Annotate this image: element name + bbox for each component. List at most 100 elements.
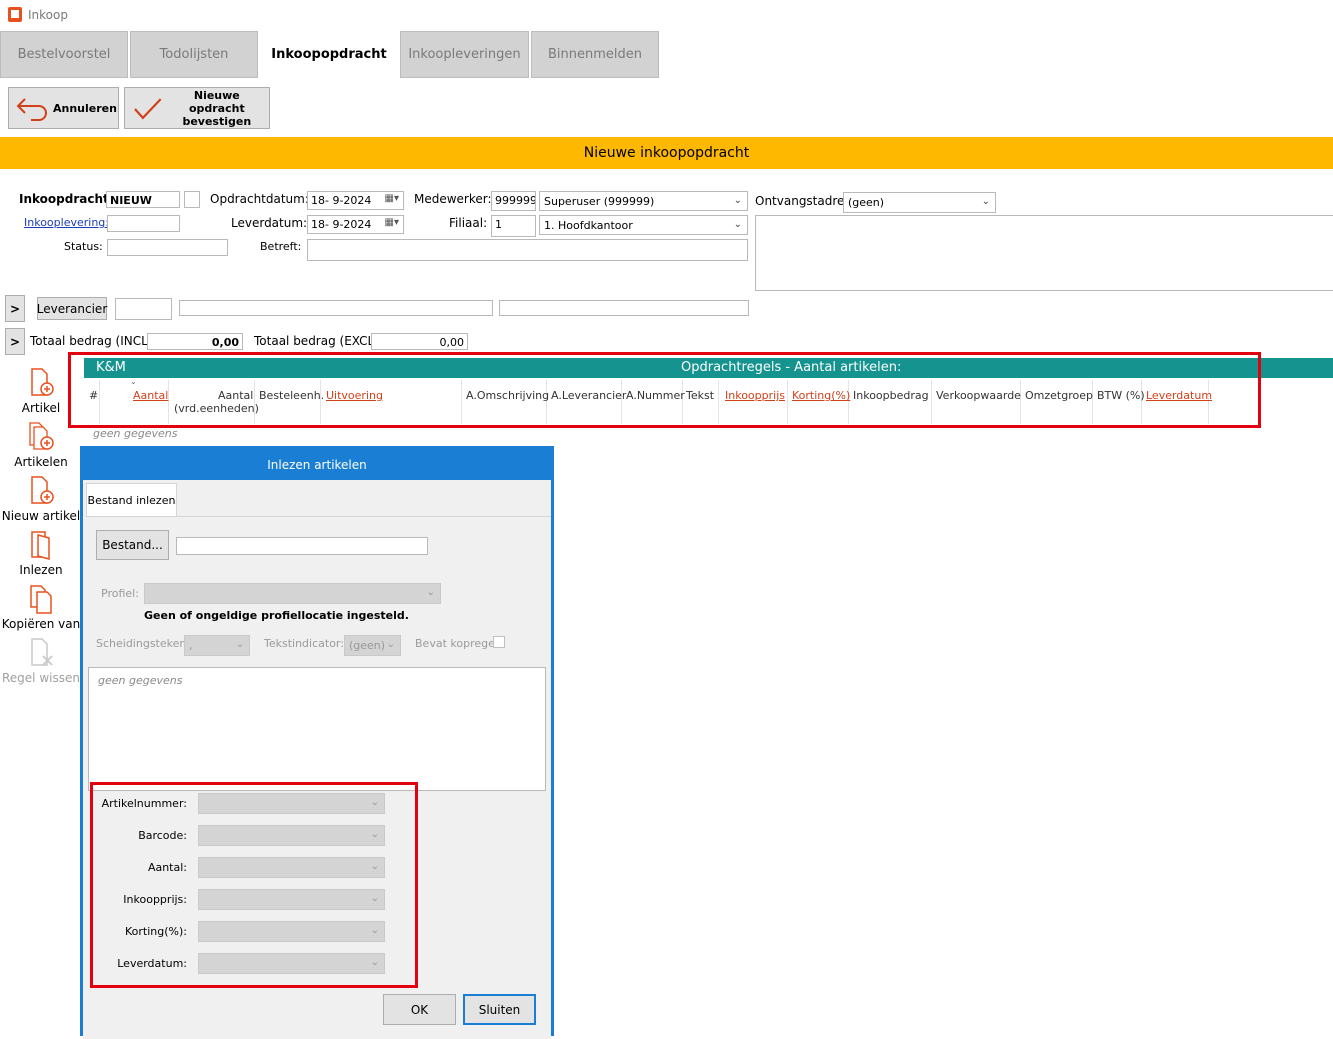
app-icon xyxy=(8,7,22,22)
cancel-button[interactable]: Annuleren xyxy=(8,87,119,129)
medewerker-select[interactable]: Superuser (999999) ⌄ xyxy=(539,191,748,211)
chevron-down-icon: ⌄ xyxy=(733,219,742,230)
inkooplevering-field[interactable] xyxy=(107,215,180,232)
chevron-down-icon: ⌄ xyxy=(426,587,435,598)
leverdatum-field[interactable]: 18- 9-2024 ▦▾ xyxy=(307,215,404,234)
ok-button[interactable]: OK xyxy=(383,994,456,1025)
total-excl-field: 0,00 xyxy=(371,333,468,350)
filiaal-select[interactable]: 1. Hoofdkantoor ⌄ xyxy=(539,215,748,235)
ontvangstadres-label: Ontvangstadres: xyxy=(755,194,855,208)
expand-totals-button[interactable]: > xyxy=(5,328,25,355)
undo-arrow-icon xyxy=(16,98,47,121)
tab-binnenmelden[interactable]: Binnenmelden xyxy=(531,31,659,78)
tekstindicator-label: Tekstindicator: xyxy=(264,637,344,650)
leverdatum-label: Leverdatum: xyxy=(231,216,308,230)
leverancier-name-field xyxy=(179,300,493,316)
tab-todolijsten[interactable]: Todolijsten xyxy=(130,31,258,78)
import-dialog: Inlezen artikelen Bestand inlezen Bestan… xyxy=(80,446,554,1039)
delete-row-icon xyxy=(31,638,53,666)
sidebar-inlezen[interactable]: Inlezen xyxy=(0,529,82,577)
expand-leverancier-button[interactable]: > xyxy=(5,295,25,322)
preview-empty-text: geen gegevens xyxy=(98,674,183,687)
kopregel-label: Bevat kopregel xyxy=(415,637,498,650)
filiaal-code-field[interactable]: 1 xyxy=(491,215,536,237)
profiel-warning: Geen of ongeldige profiellocatie ingeste… xyxy=(144,609,409,622)
sidebar-regel-wissen: Regel wissen xyxy=(0,637,82,685)
ontvangstadres-textarea[interactable] xyxy=(755,215,1333,291)
leverancier-extra-field xyxy=(499,300,749,316)
dialog-title-bar: Inlezen artikelen xyxy=(83,449,551,480)
cancel-button-label: Annuleren xyxy=(53,101,117,115)
confirm-label-line2: bevestigen xyxy=(182,114,252,128)
chevron-down-icon: ⌄ xyxy=(235,639,244,650)
sidebar-artikel-label: Artikel xyxy=(21,401,61,415)
scheidingsteken-label: Scheidingsteken: xyxy=(96,637,191,650)
preview-panel: geen gegevens xyxy=(88,667,546,791)
add-documents-icon xyxy=(29,422,54,450)
choose-file-button[interactable]: Bestand... xyxy=(96,530,169,560)
profiel-label: Profiel: xyxy=(101,587,139,600)
mapping-highlight-frame xyxy=(90,782,418,988)
scheidingsteken-value: , xyxy=(189,639,193,652)
tekstindicator-value: (geen) xyxy=(349,639,386,652)
opdrachtdatum-field[interactable]: 18- 9-2024 ▦▾ xyxy=(307,191,404,210)
calendar-icon[interactable]: ▦▾ xyxy=(385,193,399,204)
leverancier-button[interactable]: Leverancier xyxy=(37,297,107,320)
tab-inkoopopdracht[interactable]: Inkoopopdracht xyxy=(259,31,399,78)
sidebar-nieuw-artikel[interactable]: Nieuw artikel xyxy=(0,475,82,523)
medewerker-select-value: Superuser (999999) xyxy=(544,195,655,208)
file-path-field[interactable] xyxy=(176,537,428,555)
grid-empty-text: geen gegevens xyxy=(93,427,178,440)
medewerker-code-field[interactable]: 999999 xyxy=(491,191,536,211)
page-banner: Nieuwe inkoopopdracht xyxy=(0,137,1333,169)
tab-inkoopleveringen[interactable]: Inkoopleveringen xyxy=(400,31,529,78)
filiaal-label: Filiaal: xyxy=(449,216,488,230)
total-incl-field: 0,00 xyxy=(147,333,243,350)
sidebar-artikelen-label: Artikelen xyxy=(14,455,68,469)
close-button[interactable]: Sluiten xyxy=(463,994,536,1025)
chevron-down-icon: ⌄ xyxy=(733,195,742,206)
leverancier-code-field[interactable] xyxy=(115,298,172,320)
ontvangstadres-select[interactable]: (geen) ⌄ xyxy=(843,192,996,213)
chevron-down-icon: ⌄ xyxy=(386,639,395,650)
status-field xyxy=(107,239,228,256)
opdrachtdatum-label: Opdrachtdatum: xyxy=(210,192,309,206)
sidebar-regel-wissen-label: Regel wissen xyxy=(2,671,80,685)
profiel-select: ⌄ xyxy=(144,583,441,604)
dialog-title: Inlezen artikelen xyxy=(267,457,367,472)
dialog-tab-label: Bestand inlezen xyxy=(87,494,176,507)
sidebar-artikel[interactable]: Artikel xyxy=(0,367,82,415)
inkoopopdracht-extra-field[interactable] xyxy=(184,191,200,208)
confirm-order-button[interactable]: Nieuwe opdracht bevestigen xyxy=(124,87,270,129)
inkoopopdracht-field: NIEUW xyxy=(106,191,180,208)
status-label: Status: xyxy=(64,240,103,253)
scheidingsteken-select: , ⌄ xyxy=(184,635,250,656)
chevron-down-icon: ⌄ xyxy=(981,196,990,207)
betreft-field[interactable] xyxy=(307,239,748,261)
window-title: Inkoop xyxy=(28,8,68,22)
grid-highlight-frame xyxy=(68,352,1261,428)
dialog-tab-bestand-inlezen[interactable]: Bestand inlezen xyxy=(86,483,177,517)
copy-icon xyxy=(30,585,52,614)
calendar-icon[interactable]: ▦▾ xyxy=(385,217,399,228)
inkoopopdracht-label: Inkoopdracht: xyxy=(19,192,114,206)
sidebar-kopieren-van-label: Kopiëren van xyxy=(1,617,81,631)
inkooplevering-link[interactable]: Inkooplevering: xyxy=(24,216,109,229)
total-incl-label: Totaal bedrag (INCL): xyxy=(30,334,157,348)
import-icon xyxy=(31,531,50,560)
ontvangstadres-value: (geen) xyxy=(848,196,885,209)
page-title: Nieuwe inkoopopdracht xyxy=(583,145,750,161)
tekstindicator-select: (geen) ⌄ xyxy=(344,635,401,656)
leverdatum-value: 18- 9-2024 xyxy=(311,218,372,231)
betreft-label: Betreft: xyxy=(260,240,302,253)
opdrachtdatum-value: 18- 9-2024 xyxy=(311,194,372,207)
filiaal-select-value: 1. Hoofdkantoor xyxy=(544,219,633,232)
sidebar-inlezen-label: Inlezen xyxy=(19,563,63,577)
sidebar-kopieren-van[interactable]: Kopiëren van xyxy=(0,583,82,631)
total-excl-label: Totaal bedrag (EXCL): xyxy=(254,334,383,348)
new-document-icon xyxy=(31,476,54,504)
add-document-icon xyxy=(31,368,54,396)
sidebar-artikelen[interactable]: Artikelen xyxy=(0,421,82,469)
tab-bestelvoorstel[interactable]: Bestelvoorstel xyxy=(0,31,128,78)
sidebar-nieuw-artikel-label: Nieuw artikel xyxy=(1,509,81,523)
